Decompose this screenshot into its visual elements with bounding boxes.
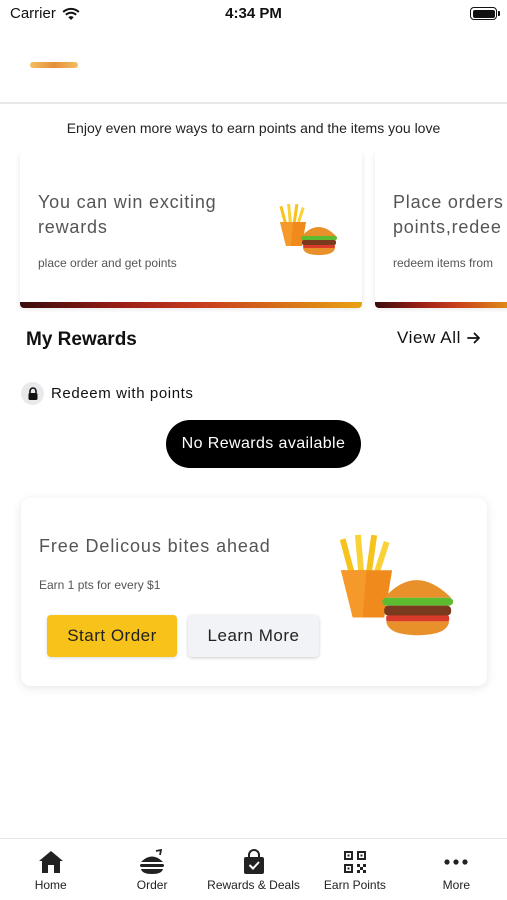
tab-order[interactable]: Order — [101, 839, 202, 900]
carousel-card-subtitle: redeem items from — [393, 256, 494, 270]
intro-text: Enjoy even more ways to earn points and … — [66, 120, 441, 136]
lock-icon — [21, 382, 44, 405]
bag-check-icon — [242, 849, 266, 875]
redeem-with-points[interactable]: Redeem with points — [21, 382, 194, 405]
tab-rewards-deals[interactable]: Rewards & Deals — [203, 839, 304, 900]
tab-label: Rewards & Deals — [207, 878, 300, 892]
no-rewards-message: No Rewards available — [166, 420, 361, 468]
carousel-card[interactable]: You can win exciting rewards place order… — [20, 152, 362, 308]
tab-home[interactable]: Home — [0, 839, 101, 900]
status-bar: Carrier 4:34 PM — [0, 0, 507, 28]
app-header — [0, 28, 507, 104]
card-gradient-bar — [375, 302, 507, 308]
arrow-right-icon — [467, 332, 480, 344]
carousel-card[interactable]: Place orders points,redee redeem items f… — [375, 152, 507, 308]
tab-label: Order — [136, 878, 168, 892]
brand-logo[interactable] — [30, 60, 78, 70]
qr-code-icon — [343, 849, 367, 875]
battery-icon — [470, 7, 500, 20]
more-dots-icon — [444, 849, 468, 875]
home-icon — [38, 849, 64, 875]
tab-more[interactable]: More — [406, 839, 507, 900]
carousel-card-title: You can win exciting rewards — [38, 192, 217, 237]
tab-earn-points[interactable]: Earn Points — [304, 839, 405, 900]
promo-subtitle: Earn 1 pts for every $1 — [39, 578, 161, 592]
learn-more-button[interactable]: Learn More — [188, 615, 319, 657]
food-icon — [138, 849, 166, 875]
bottom-tab-bar: Home Order Rewards & Deals Earn Points M… — [0, 838, 507, 900]
view-all-label: View All — [396, 328, 461, 347]
status-time: 4:34 PM — [225, 5, 282, 22]
rewards-title: My Rewards — [26, 329, 137, 350]
promo-carousel[interactable]: You can win exciting rewards place order… — [0, 152, 507, 312]
promo-card: Free Delicous bites ahead Earn 1 pts for… — [21, 498, 487, 686]
view-all-link[interactable]: View All — [397, 328, 481, 348]
tab-label: Home — [34, 878, 67, 892]
tab-label: Earn Points — [323, 878, 386, 892]
fries-burger-image — [279, 203, 337, 255]
redeem-label: Redeem with points — [51, 385, 194, 402]
carousel-card-title: Place orders points,redee — [393, 192, 504, 237]
card-gradient-bar — [20, 302, 362, 308]
tab-label: More — [442, 878, 470, 892]
start-order-button[interactable]: Start Order — [47, 615, 177, 657]
fries-burger-image — [339, 534, 454, 636]
promo-title: Free Delicous bites ahead — [39, 536, 271, 556]
carousel-card-subtitle: place order and get points — [38, 256, 177, 270]
